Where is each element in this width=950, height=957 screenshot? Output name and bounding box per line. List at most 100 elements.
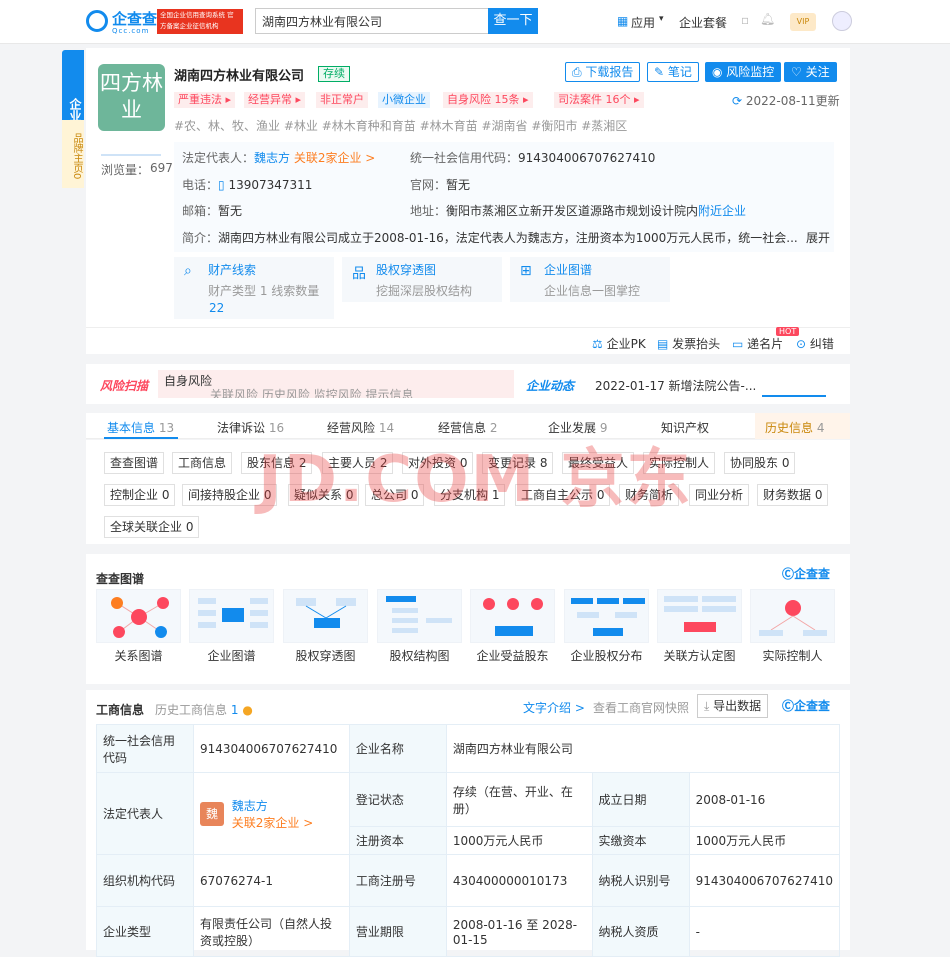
expand-link[interactable]: 展开 (803, 229, 831, 246)
industry-hashtags[interactable]: #农、林、牧、渔业 #林业 #林木育种和育苗 #林木育苗 #湖南省 #衡阳市 #… (174, 117, 627, 134)
graph-thumb-related-party[interactable] (657, 589, 742, 643)
qcc-logo-icon[interactable] (86, 10, 108, 32)
message-icon[interactable]: ▫ (741, 13, 749, 27)
tab-development[interactable]: 企业发展 9 (548, 419, 607, 436)
company-dynamics-text[interactable]: 2022-01-17 新增法院公告-... (595, 377, 756, 394)
cell-regno-header: 工商注册号 (348, 854, 447, 907)
text-intro-link[interactable]: 文字介绍 > (523, 699, 585, 716)
legal-avatar[interactable]: 魏 (199, 801, 224, 826)
chip-business-info[interactable]: 工商信息 (172, 452, 233, 474)
tag-judicial-cases[interactable]: 司法案件 16个 ▸ (554, 92, 644, 108)
asset-clues-card[interactable]: ⌕ 财产线索 财产类型 1 线索数量 22 (174, 257, 334, 319)
legal-related-link[interactable]: 关联2家企业 > (232, 814, 314, 831)
chip-peer-analysis[interactable]: 同业分析 (689, 484, 750, 506)
cell-tax: 914304006707627410 (688, 854, 841, 907)
vip-badge[interactable]: VIP (790, 13, 816, 31)
download-report-button[interactable]: ⎙ 下载报告 (565, 62, 641, 82)
tag-serious-violation[interactable]: 严重违法 ▸ (174, 92, 236, 108)
graph-label[interactable]: 股权穿透图 (283, 647, 368, 664)
equity-penetration-card[interactable]: 品 股权穿透图 挖掘深层股权结构 (342, 257, 502, 302)
compare-tool[interactable]: ⚖ 企业PK (592, 335, 646, 352)
tag-abnormal-operation[interactable]: 经营异常 ▸ (244, 92, 306, 108)
chip-controller[interactable]: 实际控制人 (643, 452, 716, 474)
graph-thumb-penetration[interactable] (283, 589, 368, 643)
legal-name-link[interactable]: 魏志方 (232, 797, 314, 814)
tag-self-risk[interactable]: 自身风险 15条 ▸ (443, 92, 533, 108)
chip-global-related[interactable]: 全球关联企业 0 (104, 516, 200, 538)
nearby-companies-link[interactable]: 附近企业 (698, 204, 746, 218)
graph-label[interactable]: 关联方认定图 (657, 647, 742, 664)
history-business-info-link[interactable]: 历史工商信息 1 ● (155, 701, 253, 718)
logo-text[interactable]: 企查查 (112, 8, 157, 29)
search-button[interactable]: 查一下 (488, 8, 538, 34)
clue-icon: ⌕ (184, 263, 192, 279)
bell-icon[interactable]: 🔔︎ (760, 12, 775, 26)
graph-label[interactable]: 企业图谱 (189, 647, 274, 664)
business-card-tool[interactable]: ▭ 递名片 (732, 335, 783, 352)
risk-monitor-button[interactable]: ◉ 风险监控 (705, 62, 782, 82)
notes-button[interactable]: ✎ 笔记 (647, 62, 699, 82)
active-tab-indicator (104, 437, 178, 439)
chip-shareholders[interactable]: 股东信息 2 (241, 452, 313, 474)
tab-basic-info[interactable]: 基本信息 13 (107, 419, 174, 436)
distribution-graph-icon (571, 598, 645, 636)
tab-business-risk[interactable]: 经营风险 14 (327, 419, 394, 436)
legal-rep-link[interactable]: 魏志方 (254, 151, 290, 165)
graph-thumb-beneficiary[interactable] (470, 589, 555, 643)
website-label: 官网： (410, 178, 447, 192)
risk-scan-items[interactable]: 自身风险 关联风险 历史风险 监控风险 提示信息 (158, 370, 514, 398)
graph-label[interactable]: 企业受益股东 (470, 647, 555, 664)
graph-label[interactable]: 企业股权分布 (564, 647, 649, 664)
update-date[interactable]: ⟳ 2022-08-11更新 (732, 92, 840, 109)
cell-org: 67076274-1 (192, 854, 350, 907)
tab-operation-info[interactable]: 经营信息 2 (438, 419, 497, 436)
graph-thumb-structure[interactable] (377, 589, 462, 643)
chip-suspected-relations[interactable]: 疑似关系 0 (288, 484, 360, 506)
enterprise-graph-desc: 企业信息一图掌控 (544, 284, 641, 298)
related-companies-link[interactable]: 关联2家企业 > (294, 151, 376, 165)
tab-ip[interactable]: 知识产权 (661, 419, 709, 436)
graph-thumb-controller[interactable] (750, 589, 835, 643)
official-snapshot-link[interactable]: 查看工商官网快照 (593, 699, 689, 716)
invoice-tool[interactable]: ▤ 发票抬头 (657, 335, 720, 352)
chip-beneficiary[interactable]: 最终受益人 (562, 452, 635, 474)
chip-finance-brief[interactable]: 财务简析 (619, 484, 680, 506)
report-error-tool[interactable]: ⊙ 纠错 (796, 335, 834, 352)
chip-self-disclosure[interactable]: 工商自主公示 0 (515, 484, 611, 506)
chip-cooperative-shareholders[interactable]: 协同股东 0 (724, 452, 796, 474)
cell-paid: 1000万元人民币 (688, 826, 841, 855)
graph-thumb-enterprise[interactable] (189, 589, 274, 643)
chip-change-log[interactable]: 变更记录 8 (482, 452, 554, 474)
other-risk-items[interactable]: 关联风险 历史风险 监控风险 提示信息 (164, 388, 508, 398)
self-risk-item[interactable]: 自身风险 (164, 374, 508, 388)
graph-label[interactable]: 实际控制人 (750, 647, 835, 664)
graph-label[interactable]: 股权结构图 (377, 647, 462, 664)
graph-thumb-relation[interactable] (96, 589, 181, 643)
chip-key-personnel[interactable]: 主要人员 2 (322, 452, 394, 474)
graph-thumb-distribution[interactable] (564, 589, 649, 643)
tab-litigation[interactable]: 法律诉讼 16 (217, 419, 284, 436)
enterprise-graph-card[interactable]: ⊞ 企业图谱 企业信息一图掌控 (510, 257, 670, 302)
tab-history[interactable]: 历史信息 4 (765, 419, 824, 436)
chip-graph[interactable]: 查查图谱 (104, 452, 165, 474)
chip-investments[interactable]: 对外投资 0 (402, 452, 474, 474)
search-input[interactable]: 湖南四方林业有限公司 (255, 8, 488, 34)
equity-penetration-desc: 挖掘深层股权结构 (376, 284, 473, 298)
avatar[interactable] (832, 11, 852, 31)
phone-number[interactable]: 13907347311 (228, 178, 312, 192)
nav-apps[interactable]: 应用 (631, 14, 655, 31)
chip-financial-data[interactable]: 财务数据 0 (757, 484, 829, 506)
tab-brand-home[interactable]: 品牌主页0 (62, 120, 84, 188)
related-party-graph-icon (664, 596, 736, 632)
asset-clues-count[interactable]: 22 (209, 301, 224, 315)
export-data-button[interactable]: ⤓ 导出数据 (697, 694, 769, 718)
chip-controlled[interactable]: 控制企业 0 (104, 484, 176, 506)
cell-capital: 1000万元人民币 (445, 826, 593, 855)
follow-button[interactable]: ♡ 关注 (784, 62, 837, 82)
chip-head-office[interactable]: 总公司 0 (365, 484, 425, 506)
chip-branches[interactable]: 分支机构 1 (434, 484, 506, 506)
nav-packages[interactable]: 企业套餐 (679, 14, 727, 31)
chip-indirect-holdings[interactable]: 间接持股企业 0 (182, 484, 278, 506)
credit-code: 914304006707627410 (518, 151, 656, 165)
graph-label[interactable]: 关系图谱 (96, 647, 181, 664)
